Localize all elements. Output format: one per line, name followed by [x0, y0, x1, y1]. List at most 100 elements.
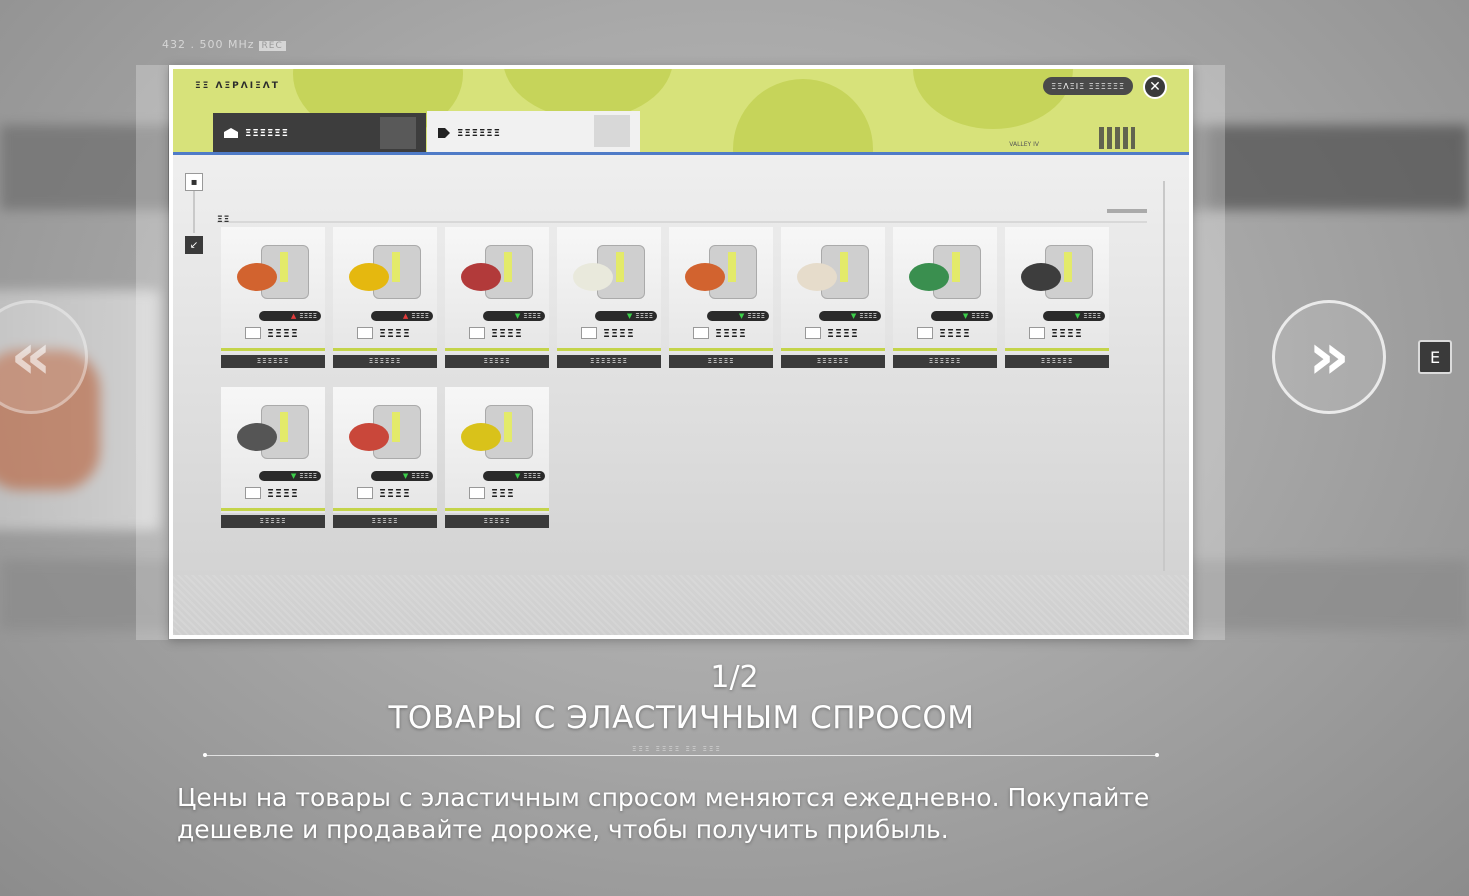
tab-trader-decor: [594, 115, 630, 147]
price-value: ΞΞΞ: [491, 486, 515, 500]
currency-icon: [805, 327, 821, 339]
price-value: ΞΞΞΞ: [267, 486, 299, 500]
trend-down-icon: ▼: [402, 472, 409, 480]
product-image: [347, 241, 423, 303]
product-item-icon: [573, 263, 613, 291]
price-change-value: ΞΞΞΞ: [523, 312, 541, 320]
price-change-value: ΞΞΞΞ: [747, 312, 765, 320]
price-change-badge: ▼ ΞΞΞΞ: [483, 311, 545, 321]
product-card[interactable]: ▼ ΞΞΞΞ ΞΞΞΞ ΞΞΞΞΞΞ: [1005, 227, 1109, 370]
price-row: ΞΞΞΞ: [581, 326, 657, 340]
product-name: ΞΞΞΞΞ: [445, 355, 549, 368]
currency-icon: [469, 487, 485, 499]
product-image: [571, 241, 647, 303]
price-row: ΞΞΞΞ: [693, 326, 769, 340]
product-card[interactable]: ▼ ΞΞΞΞ ΞΞΞΞ ΞΞΞΞΞ: [445, 227, 549, 370]
filter-icon[interactable]: ▪: [185, 173, 203, 191]
currency-icon: [357, 487, 373, 499]
price-change-value: ΞΞΞΞ: [523, 472, 541, 480]
trend-down-icon: ▼: [514, 312, 521, 320]
product-card[interactable]: ▲ ΞΞΞΞ ΞΞΞΞ ΞΞΞΞΞΞ: [221, 227, 325, 370]
product-image: [235, 241, 311, 303]
bottom-texture: [173, 575, 1189, 635]
market-header: ΞΞ ΛΞΡΛΙΞΛΤ ΞΞΛΞΙΞ ΞΞΞΞΞΞ ✕ VALLEY IV ΞΞ…: [173, 69, 1189, 155]
price-change-badge: ▼ ΞΞΞΞ: [1043, 311, 1105, 321]
title-divider: [203, 753, 1159, 757]
product-card-body: ▲ ΞΞΞΞ ΞΞΞΞ: [221, 227, 325, 353]
card-stripe: [221, 508, 325, 511]
balance-pill: ΞΞΛΞΙΞ ΞΞΞΞΞΞ: [1043, 77, 1133, 95]
scrollbar[interactable]: [1163, 181, 1165, 571]
price-value: ΞΞΞΞ: [603, 326, 635, 340]
product-name: ΞΞΞΞΞ: [669, 355, 773, 368]
card-stripe: [445, 508, 549, 511]
price-row: ΞΞΞΞ: [245, 486, 321, 500]
product-card[interactable]: ▼ ΞΞΞΞ ΞΞΞΞ ΞΞΞΞΞ: [669, 227, 773, 370]
product-item-icon: [1021, 263, 1061, 291]
product-name: ΞΞΞΞΞ: [445, 515, 549, 528]
product-card-body: ▼ ΞΞΞΞ ΞΞΞΞ: [1005, 227, 1109, 353]
product-image: [347, 401, 423, 463]
next-page-button[interactable]: »: [1272, 300, 1386, 414]
price-value: ΞΞΞΞ: [827, 326, 859, 340]
product-name: ΞΞΞΞΞΞΞ: [557, 355, 661, 368]
page-counter: 1/2: [710, 660, 759, 695]
product-name: ΞΞΞΞΞΞ: [893, 355, 997, 368]
product-card[interactable]: ▼ ΞΞΞΞ ΞΞΞΞ ΞΞΞΞΞ: [221, 387, 325, 530]
price-value: ΞΞΞΞ: [715, 326, 747, 340]
left-side-strip: [136, 65, 168, 640]
card-stripe: [893, 348, 997, 351]
price-change-badge: ▼ ΞΞΞΞ: [371, 471, 433, 481]
product-image: [683, 241, 759, 303]
price-change-badge: ▼ ΞΞΞΞ: [819, 311, 881, 321]
section-indicator: [1107, 209, 1147, 213]
price-change-badge: ▼ ΞΞΞΞ: [259, 471, 321, 481]
price-row: ΞΞΞΞ: [1029, 326, 1105, 340]
price-change-badge: ▼ ΞΞΞΞ: [595, 311, 657, 321]
price-change-badge: ▲ ΞΞΞΞ: [259, 311, 321, 321]
trend-up-icon: ▲: [402, 312, 409, 320]
tab-warehouse[interactable]: ΞΞΞΞΞΞ: [213, 113, 426, 153]
currency-icon: [245, 487, 261, 499]
product-image: [907, 241, 983, 303]
product-item-icon: [461, 263, 501, 291]
card-stripe: [669, 348, 773, 351]
price-change-value: ΞΞΞΞ: [299, 472, 317, 480]
price-change-value: ΞΞΞΞ: [299, 312, 317, 320]
currency-icon: [1029, 327, 1045, 339]
product-card[interactable]: ▼ ΞΞΞΞ ΞΞΞΞ ΞΞΞΞΞΞ: [781, 227, 885, 370]
price-row: ΞΞΞΞ: [357, 326, 433, 340]
card-stripe: [221, 348, 325, 351]
currency-icon: [469, 327, 485, 339]
price-row: ΞΞΞΞ: [805, 326, 881, 340]
product-name: ΞΞΞΞΞΞ: [781, 355, 885, 368]
close-icon[interactable]: ✕: [1143, 75, 1167, 99]
product-name: ΞΞΞΞΞ: [221, 515, 325, 528]
price-value: ΞΞΞΞ: [379, 486, 411, 500]
product-item-icon: [909, 263, 949, 291]
chevrons-left-icon: «: [10, 320, 52, 394]
product-image: [459, 401, 535, 463]
frequency-readout: 432 . 500 MHz REC: [162, 38, 286, 51]
product-card[interactable]: ▲ ΞΞΞΞ ΞΞΞΞ ΞΞΞΞΞΞ: [333, 227, 437, 370]
tab-warehouse-label: ΞΞΞΞΞΞ: [245, 127, 289, 139]
key-hint-e[interactable]: E: [1418, 340, 1452, 374]
product-card[interactable]: ▼ ΞΞΞΞ ΞΞΞΞ ΞΞΞΞΞ: [333, 387, 437, 530]
product-item-icon: [349, 423, 389, 451]
product-card-body: ▼ ΞΞΞΞ ΞΞΞΞ: [781, 227, 885, 353]
frequency-tag: REC: [258, 41, 286, 51]
sort-icon[interactable]: ↙: [185, 236, 203, 254]
product-item-icon: [685, 263, 725, 291]
product-item-icon: [797, 263, 837, 291]
product-card[interactable]: ▼ ΞΞΞΞ ΞΞΞ ΞΞΞΞΞ: [445, 387, 549, 530]
trend-down-icon: ▼: [850, 312, 857, 320]
product-card[interactable]: ▼ ΞΞΞΞ ΞΞΞΞ ΞΞΞΞΞΞΞ: [557, 227, 661, 370]
currency-icon: [245, 327, 261, 339]
price-change-badge: ▼ ΞΞΞΞ: [931, 311, 993, 321]
product-image: [1019, 241, 1095, 303]
card-stripe: [557, 348, 661, 351]
product-card[interactable]: ▼ ΞΞΞΞ ΞΞΞΞ ΞΞΞΞΞΞ: [893, 227, 997, 370]
tab-trader[interactable]: ΞΞΞΞΞΞ: [427, 111, 640, 155]
warehouse-icon: [224, 128, 238, 138]
frequency-value: 432 . 500 MHz: [162, 38, 255, 51]
